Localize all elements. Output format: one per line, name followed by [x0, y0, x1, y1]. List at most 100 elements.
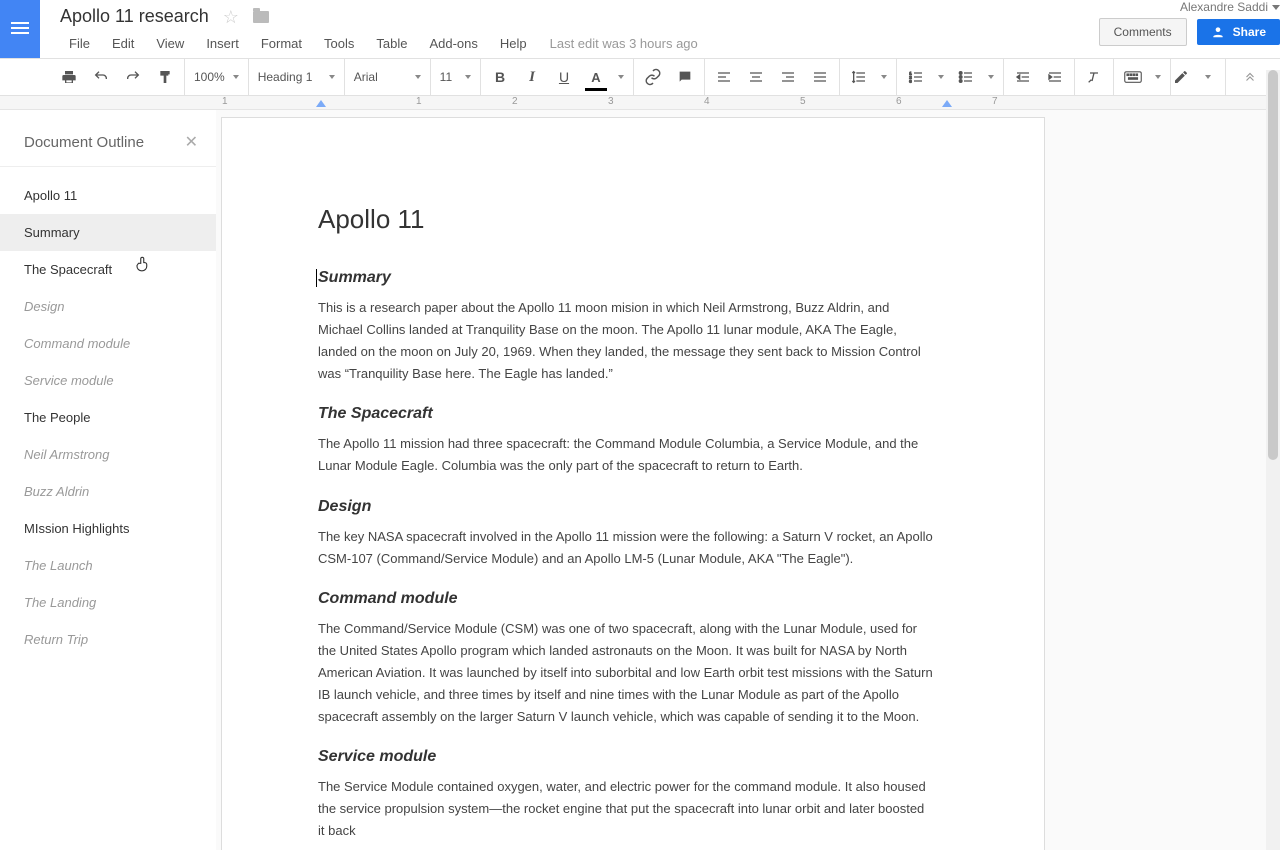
ruler-tick: 1	[416, 96, 422, 107]
underline-button[interactable]: U	[554, 67, 574, 87]
ruler-tick: 4	[704, 96, 710, 107]
menu-table[interactable]: Table	[367, 33, 416, 54]
ruler-tick: 1	[222, 96, 228, 107]
document-canvas[interactable]: Apollo 11 Summary This is a research pape…	[216, 110, 1280, 850]
outline-item[interactable]: Return Trip	[0, 621, 216, 658]
outline-item[interactable]: Summary	[0, 214, 216, 251]
bulleted-caret[interactable]	[988, 75, 994, 79]
svg-text:3: 3	[909, 78, 912, 83]
doc-paragraph[interactable]: The Apollo 11 mission had three spacecra…	[318, 433, 934, 477]
ruler-tick: 7	[992, 96, 998, 107]
share-label: Share	[1233, 25, 1266, 39]
input-tools-icon[interactable]	[1123, 67, 1143, 87]
user-menu[interactable]: Alexandre Saddi	[1180, 0, 1280, 14]
menu-format[interactable]: Format	[252, 33, 311, 54]
bold-button[interactable]: B	[490, 67, 510, 87]
menu-addons[interactable]: Add-ons	[420, 33, 486, 54]
ruler-tick: 3	[608, 96, 614, 107]
doc-heading-2[interactable]: Service module	[318, 748, 934, 766]
text-color-button[interactable]: A	[586, 67, 606, 87]
document-title[interactable]: Apollo 11 research	[60, 6, 209, 27]
doc-paragraph[interactable]: The key NASA spacecraft involved in the …	[318, 526, 934, 570]
doc-paragraph[interactable]: This is a research paper about the Apoll…	[318, 297, 934, 385]
toolbar: 100% Heading 1 Arial 11 B I U A 123	[0, 58, 1280, 96]
doc-heading-2[interactable]: The Spacecraft	[318, 405, 934, 423]
comment-icon[interactable]	[675, 67, 695, 87]
menu-edit[interactable]: Edit	[103, 33, 143, 54]
indent-icon[interactable]	[1045, 67, 1065, 87]
bulleted-list-icon[interactable]	[956, 67, 976, 87]
outline-item[interactable]: The Launch	[0, 547, 216, 584]
title-area: Apollo 11 research ☆ File Edit View Inse…	[40, 0, 1099, 54]
ruler-tick: 5	[800, 96, 806, 107]
input-tools-caret[interactable]	[1155, 75, 1161, 79]
doc-heading-2[interactable]: Command module	[318, 590, 934, 608]
collapse-toolbar-icon[interactable]	[1240, 67, 1260, 87]
outline-item[interactable]: Apollo 11	[0, 177, 216, 214]
menu-icon	[11, 22, 29, 36]
print-icon[interactable]	[59, 67, 79, 87]
italic-button[interactable]: I	[522, 67, 542, 87]
link-icon[interactable]	[643, 67, 663, 87]
folder-icon[interactable]	[253, 11, 269, 23]
clear-format-icon[interactable]	[1084, 67, 1104, 87]
indent-left-marker[interactable]	[316, 100, 326, 107]
ruler[interactable]: 1 1 2 3 4 5 6 7	[0, 96, 1280, 110]
redo-icon[interactable]	[123, 67, 143, 87]
user-name: Alexandre Saddi	[1180, 0, 1268, 14]
undo-icon[interactable]	[91, 67, 111, 87]
edit-status: Last edit was 3 hours ago	[550, 36, 698, 51]
menu-insert[interactable]: Insert	[197, 33, 248, 54]
zoom-select[interactable]: 100%	[194, 70, 239, 84]
paint-format-icon[interactable]	[155, 67, 175, 87]
numbered-list-icon[interactable]: 123	[906, 67, 926, 87]
font-size-select[interactable]: 11	[440, 70, 471, 84]
outline-item[interactable]: MIssion Highlights	[0, 510, 216, 547]
font-select[interactable]: Arial	[354, 70, 421, 84]
align-justify-icon[interactable]	[810, 67, 830, 87]
doc-paragraph[interactable]: The Command/Service Module (CSM) was one…	[318, 618, 934, 728]
outline-item[interactable]: Buzz Aldrin	[0, 473, 216, 510]
outline-item[interactable]: Neil Armstrong	[0, 436, 216, 473]
outline-item[interactable]: The Landing	[0, 584, 216, 621]
share-button[interactable]: Share	[1197, 19, 1280, 45]
indent-right-marker[interactable]	[942, 100, 952, 107]
outdent-icon[interactable]	[1013, 67, 1033, 87]
menu-file[interactable]: File	[60, 33, 99, 54]
style-select[interactable]: Heading 1	[258, 70, 335, 84]
doc-paragraph[interactable]: The Service Module contained oxygen, wat…	[318, 776, 934, 842]
editing-mode-caret[interactable]	[1205, 75, 1211, 79]
outline-item[interactable]: Design	[0, 288, 216, 325]
menu-help[interactable]: Help	[491, 33, 536, 54]
scrollbar-vertical[interactable]	[1266, 70, 1280, 850]
close-icon[interactable]: ✕	[185, 132, 198, 152]
outline-item[interactable]: The Spacecraft	[0, 251, 216, 288]
align-center-icon[interactable]	[746, 67, 766, 87]
main-area: Document Outline ✕ Apollo 11SummaryThe S…	[0, 110, 1280, 850]
text-color-caret[interactable]	[618, 75, 624, 79]
line-spacing-icon[interactable]	[849, 67, 869, 87]
line-spacing-caret[interactable]	[881, 75, 887, 79]
doc-heading-1[interactable]: Apollo 11	[318, 204, 934, 235]
scrollbar-thumb[interactable]	[1268, 70, 1278, 460]
align-right-icon[interactable]	[778, 67, 798, 87]
numbered-caret[interactable]	[938, 75, 944, 79]
docs-logo[interactable]	[0, 0, 40, 58]
outline-item[interactable]: The People	[0, 399, 216, 436]
outline-panel: Document Outline ✕ Apollo 11SummaryThe S…	[0, 110, 216, 850]
doc-heading-2[interactable]: Summary	[316, 269, 934, 287]
outline-item[interactable]: Service module	[0, 362, 216, 399]
caret-down-icon	[1272, 5, 1280, 10]
doc-heading-2[interactable]: Design	[318, 498, 934, 516]
editing-mode-icon[interactable]	[1171, 67, 1191, 87]
title-bar: Apollo 11 research ☆ File Edit View Inse…	[0, 0, 1280, 58]
menu-tools[interactable]: Tools	[315, 33, 363, 54]
page[interactable]: Apollo 11 Summary This is a research pape…	[222, 118, 1044, 850]
align-left-icon[interactable]	[714, 67, 734, 87]
outline-item[interactable]: Command module	[0, 325, 216, 362]
star-icon[interactable]: ☆	[223, 8, 239, 26]
menu-view[interactable]: View	[147, 33, 193, 54]
comments-button[interactable]: Comments	[1099, 18, 1187, 46]
outline-title: Document Outline	[24, 134, 144, 151]
share-icon	[1211, 25, 1225, 39]
